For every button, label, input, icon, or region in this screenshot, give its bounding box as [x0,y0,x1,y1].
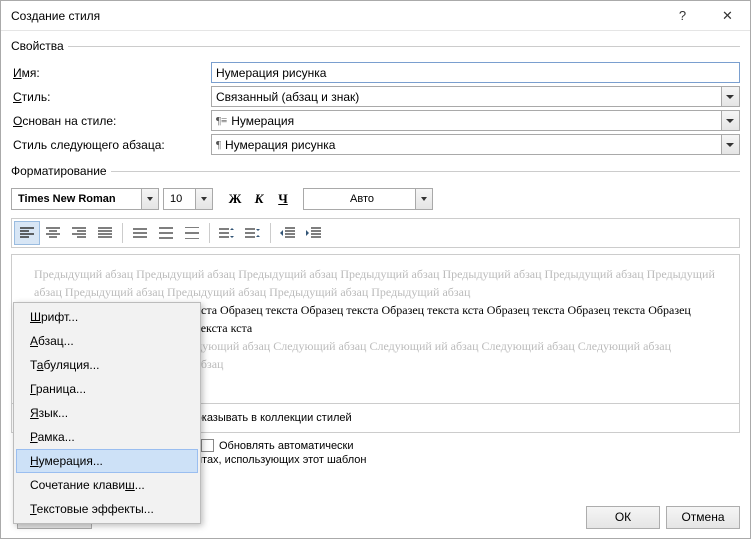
menu-paragraph[interactable]: Абзац... [16,329,198,353]
next-style-value: Нумерация рисунка [225,138,335,152]
help-button[interactable]: ? [660,1,705,31]
indent-decrease-button[interactable] [275,221,301,245]
italic-button[interactable]: К [247,188,271,210]
titlebar: Создание стиля ? ✕ [1,1,750,31]
spacing-increase-button[interactable] [214,221,240,245]
linespacing-2-button[interactable] [179,221,205,245]
menu-border[interactable]: Граница... [16,377,198,401]
linespacing-15-button[interactable] [153,221,179,245]
style-type-value: Связанный (абзац и знак) [216,90,359,104]
based-on-label: Основан на стиле: [11,114,211,128]
name-label: Имя: [11,66,211,80]
style-type-combo[interactable]: Связанный (абзац и знак) [211,86,740,107]
align-left-button[interactable] [14,221,40,245]
menu-numbering[interactable]: Нумерация... [16,449,198,473]
menu-shortcut[interactable]: Сочетание клавиш... [16,473,198,497]
next-style-label: Стиль следующего абзаца: [11,138,211,152]
bold-button[interactable]: Ж [223,188,247,210]
format-menu: Шрифт... Абзац... Табуляция... Граница..… [13,302,201,524]
spacing-decrease-button[interactable] [240,221,266,245]
style-type-label: Стиль: [11,90,211,104]
align-right-button[interactable] [66,221,92,245]
ok-button[interactable]: ОК [586,506,660,529]
align-justify-button[interactable] [92,221,118,245]
indent-increase-button[interactable] [301,221,327,245]
font-toolbar: Times New Roman 10 Ж К Ч Авто [11,188,740,210]
menu-frame[interactable]: Рамка... [16,425,198,449]
formatting-legend: Форматирование [11,164,111,178]
newdocs-option[interactable]: овых документах, использующих этот шабло… [131,454,740,466]
align-center-button[interactable] [40,221,66,245]
menu-tabs[interactable]: Табуляция... [16,353,198,377]
paragraph-icon: ¶ [216,139,221,151]
menu-texteffects[interactable]: Текстовые эффекты... [16,497,198,521]
menu-font[interactable]: Шрифт... [16,305,198,329]
underline-button[interactable]: Ч [271,188,295,210]
font-family-combo[interactable]: Times New Roman [11,188,159,210]
font-size-combo[interactable]: 10 [163,188,213,210]
window-title: Создание стиля [11,9,660,23]
properties-group: Свойства Имя: Стиль: Связанный (абзац и … [11,39,740,158]
font-color-combo[interactable]: Авто [303,188,433,210]
dialog-window: Создание стиля ? ✕ Свойства Имя: Стиль: … [0,0,751,539]
based-on-value: Нумерация [231,114,294,128]
name-input[interactable] [211,62,740,83]
paragraph-toolbar [11,218,740,248]
autoupdate-option[interactable]: Обновлять автоматически [201,439,740,452]
menu-language[interactable]: Язык... [16,401,198,425]
paragraph-icon: ¶≡ [216,115,227,127]
preview-prev: Предыдущий абзац Предыдущий абзац Предыд… [34,265,717,301]
cancel-button[interactable]: Отмена [666,506,740,529]
properties-legend: Свойства [11,39,68,53]
checkbox-icon [201,439,214,452]
close-button[interactable]: ✕ [705,1,750,31]
based-on-combo[interactable]: ¶≡ Нумерация [211,110,740,131]
next-style-combo[interactable]: ¶ Нумерация рисунка [211,134,740,155]
linespacing-1-button[interactable] [127,221,153,245]
